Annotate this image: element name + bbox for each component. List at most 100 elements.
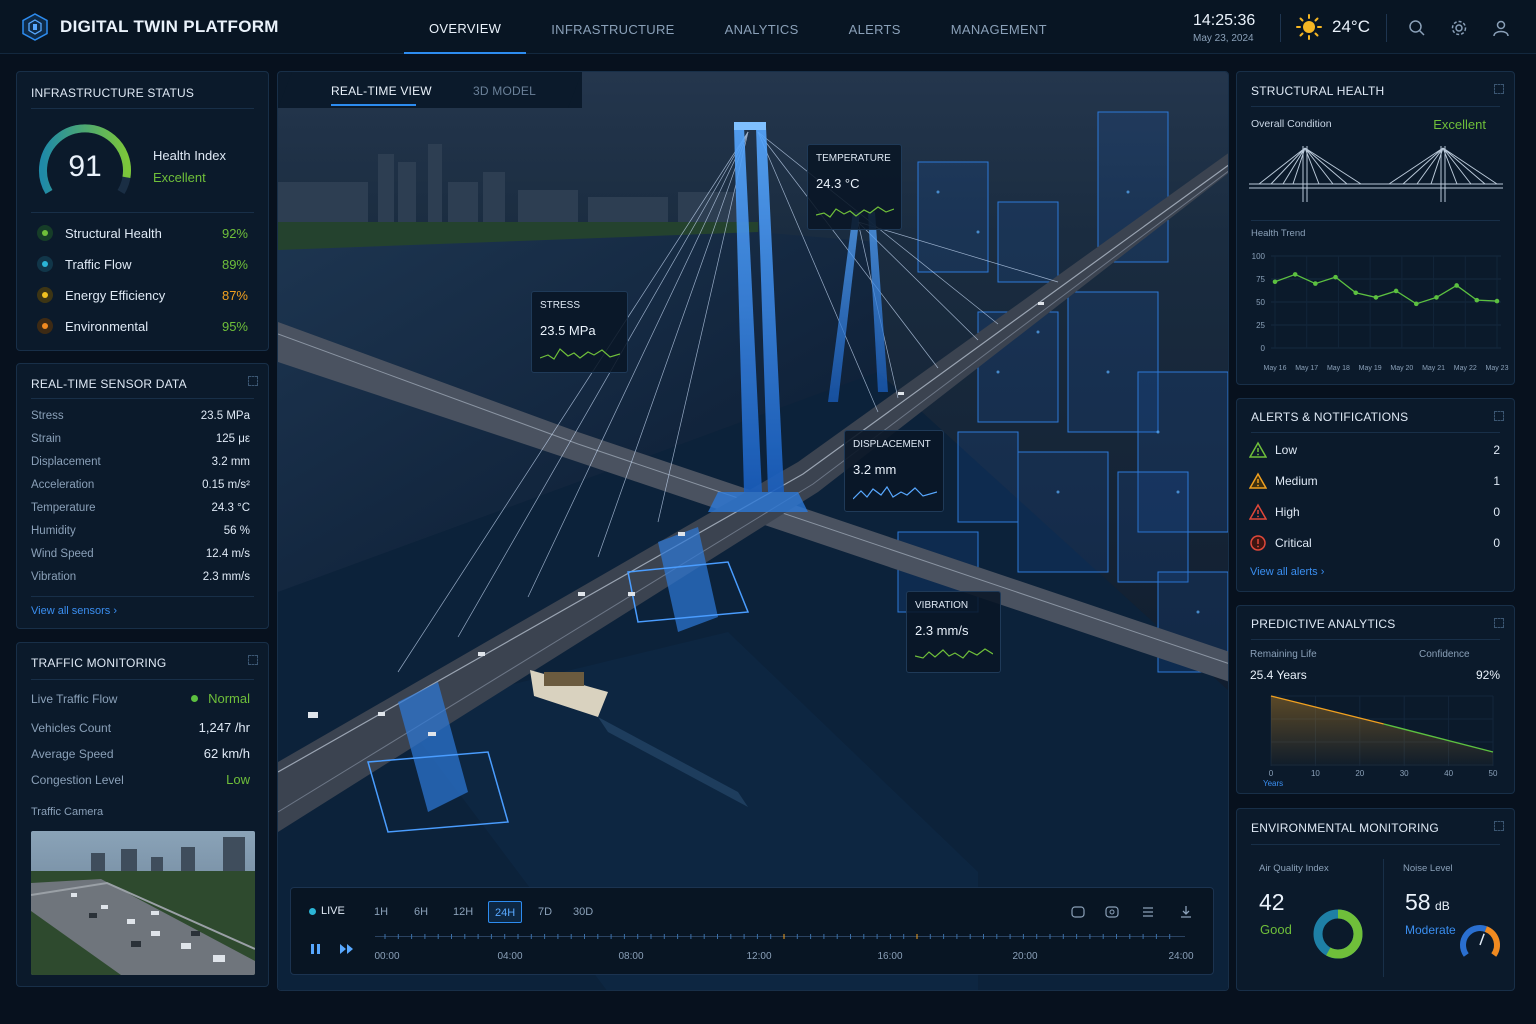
range-12h-button[interactable]: 12H [447,901,479,923]
sensor-data-panel: REAL-TIME SENSOR DATA Stress 23.5 MPa Str… [16,363,269,629]
panel-title: REAL-TIME SENSOR DATA [31,377,187,391]
traffic-row: Vehicles Count 1,247 /hr [31,720,250,735]
aqi-value: 42 [1259,889,1285,915]
alert-count: 1 [1493,474,1500,488]
active-tab-indicator [331,104,416,106]
fast-forward-icon[interactable] [339,942,355,956]
confidence-label: Confidence [1419,649,1470,660]
expand-icon[interactable] [248,376,258,386]
x-tick-label: May 18 [1327,365,1350,372]
tab-3d-model[interactable]: 3D MODEL [473,84,536,98]
traffic-flow-icon [37,256,53,272]
traffic-value: 62 km/h [203,746,250,761]
traffic-monitoring-panel: TRAFFIC MONITORING Live Traffic Flow Nor… [16,642,269,987]
download-icon[interactable] [1175,901,1197,923]
sensor-label: Humidity [31,525,76,537]
timeline-tick: 24:00 [1168,951,1194,962]
health-trend-point [1333,274,1338,280]
range-24h-button[interactable]: 24H [488,901,523,923]
nav-tab-analytics[interactable]: ANALYTICS [700,0,824,54]
sensor-callout-temperature[interactable]: TEMPERATURE 24.3 °C [807,144,902,230]
expand-icon[interactable] [1494,84,1504,94]
sensor-row: Humidity 56 % [31,525,250,537]
range-7d-button[interactable]: 7D [532,901,558,923]
view-all-sensors-link[interactable]: View all sensors › [31,605,117,617]
expand-icon[interactable] [1494,618,1504,628]
divider [1251,220,1500,221]
noise-gauge-needle [1479,933,1485,946]
range-1h-button[interactable]: 1H [368,901,394,923]
divider [1251,639,1500,640]
nav-tab-overview[interactable]: OVERVIEW [404,0,527,54]
warning-triangle-icon [1249,472,1267,489]
digital-twin-viewport[interactable]: REAL-TIME VIEW 3D MODEL TEMPERATURE 24.3… [277,71,1229,991]
layers-icon[interactable] [1137,901,1159,923]
sensor-callout-displacement[interactable]: DISPLACEMENT 3.2 mm [844,430,944,512]
health-trend-point [1313,281,1318,286]
sensor-label: Displacement [31,456,101,468]
status-value: 95% [221,318,248,334]
aqi-status: Good [1260,922,1292,937]
nav-tab-management[interactable]: MANAGEMENT [926,0,1072,54]
range-6h-button[interactable]: 6H [408,901,434,923]
status-row-energy-efficiency: Energy Efficiency 87% [37,285,248,305]
traffic-label: Congestion Level [31,772,124,787]
noise-value: 58 [1405,889,1431,915]
sensor-callout-vibration[interactable]: VIBRATION 2.3 mm/s [906,591,1001,673]
sensor-value: 12.4 m/s [205,548,250,560]
displacement-sparkline [853,485,937,500]
bridge-3d-scene[interactable] [278,72,1229,991]
clock-time: 14:25:36 [1193,12,1256,29]
health-score: 91 [68,150,101,183]
alert-row-low[interactable]: Low 2 [1249,441,1500,459]
user-icon[interactable] [1492,19,1510,37]
sensor-value: 125 με [215,433,250,445]
nav-tab-alerts[interactable]: ALERTS [824,0,926,54]
timeline-controls: LIVE 1H 6H 12H 24H 7D 30D 00:00 04:00 08… [290,887,1214,975]
alert-row-high[interactable]: High 0 [1249,503,1500,521]
callout-value: 2.3 mm/s [915,623,969,638]
gear-icon[interactable] [1450,19,1468,37]
environmental-icon [37,318,53,334]
tab-real-time-view[interactable]: REAL-TIME VIEW [331,84,432,98]
alert-label: Medium [1275,474,1318,488]
sensor-label: Wind Speed [31,548,94,560]
snapshot-icon[interactable] [1101,901,1123,923]
traffic-value: Normal [208,691,250,706]
y-tick-label: 25 [1256,321,1265,330]
divider [31,679,254,680]
remaining-life-value: 25.4 Years [1250,668,1307,682]
health-trend-label: Health Trend [1251,228,1306,239]
health-index-label: Health Index [153,148,226,163]
health-trend-point [1413,301,1419,307]
noise-status: Moderate [1405,923,1456,937]
noise-gauge [1460,925,1500,957]
search-icon[interactable] [1408,19,1426,37]
traffic-camera-feed[interactable] [31,831,255,975]
divider [31,596,254,597]
pause-icon[interactable] [309,942,323,956]
status-row-traffic-flow: Traffic Flow 89% [37,254,248,274]
x-tick-label: May 19 [1359,365,1382,372]
expand-icon[interactable] [1494,821,1504,831]
status-value: 87% [221,287,248,303]
expand-icon[interactable] [1494,411,1504,421]
fullscreen-icon[interactable] [1067,901,1089,923]
sensor-value: 2.3 mm/s [202,571,250,583]
traffic-row: Live Traffic Flow Normal [31,691,250,706]
alert-row-medium[interactable]: Medium 1 [1249,472,1500,490]
nav-tab-infrastructure[interactable]: INFRASTRUCTURE [526,0,699,54]
alert-row-critical[interactable]: Critical 0 [1249,534,1500,552]
callout-value: 23.5 MPa [540,323,596,338]
remaining-life-chart: 0 10 20 30 40 50 Years [1263,695,1498,788]
panel-title: ALERTS & NOTIFICATIONS [1251,410,1409,424]
view-all-alerts-link[interactable]: View all alerts › [1250,566,1324,578]
overall-condition-value: Excellent [1433,117,1486,132]
divider [1280,14,1281,42]
panel-title: STRUCTURAL HEALTH [1251,84,1385,98]
structural-health-panel: STRUCTURAL HEALTH Overall Condition Exce… [1236,71,1515,385]
sensor-callout-stress[interactable]: STRESS 23.5 MPa [531,291,628,373]
expand-icon[interactable] [248,655,258,665]
traffic-row: Average Speed 62 km/h [31,746,250,761]
range-30d-button[interactable]: 30D [567,901,599,923]
